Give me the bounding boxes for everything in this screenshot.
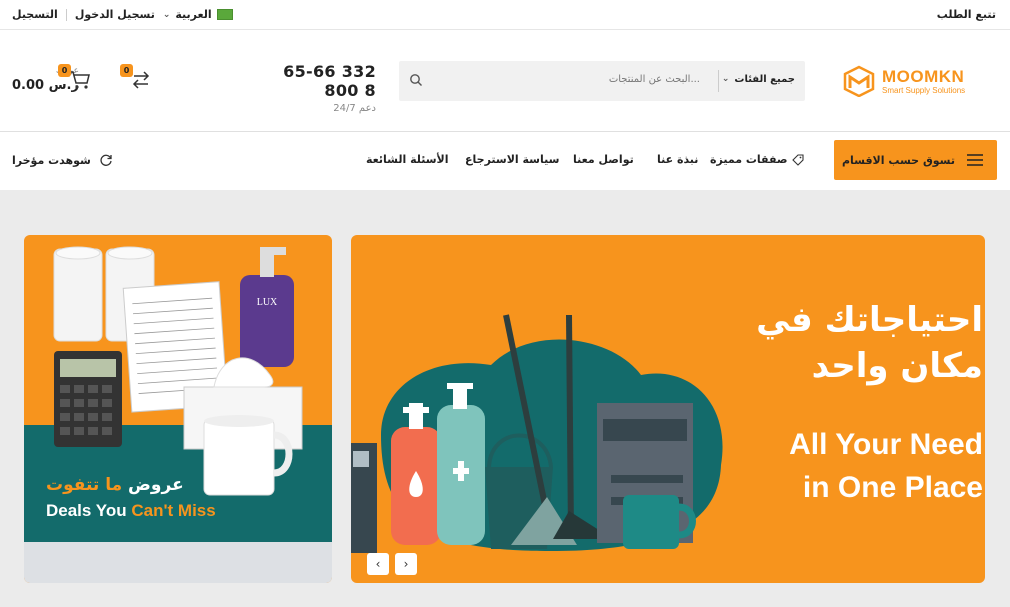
- office-products-illustration: LUX: [53, 246, 303, 496]
- recently-viewed-link[interactable]: شوهدت مؤخرا: [12, 153, 113, 167]
- cleaning-supplies-illustration: [351, 314, 723, 553]
- menu-icon: [967, 154, 983, 166]
- track-order-link[interactable]: تتبع الطلب: [937, 8, 996, 21]
- nav-item-faq[interactable]: الأسئلة الشائعة: [366, 153, 449, 166]
- login-link[interactable]: تسجيل الدخول: [75, 8, 155, 21]
- search-bar: البحث عن المنتجات... ⌄ جميع الفئات: [399, 61, 805, 101]
- saudi-flag-icon: [216, 9, 233, 20]
- refresh-icon: [100, 154, 112, 166]
- nav-item-deals-label: صفقات مميزة: [710, 153, 788, 166]
- chevron-left-icon: ‹: [375, 557, 381, 571]
- support-phone: 65-66 332 800 8 24/7 دعم: [248, 62, 376, 114]
- deals-arabic-highlight: ما تتفوت: [46, 475, 123, 495]
- shop-by-category-label: تسوق حسب الاقسام: [841, 153, 955, 167]
- cart-button[interactable]: 0: [58, 64, 92, 92]
- carousel-arrows: ‹ ›: [367, 553, 417, 575]
- hero-english-headline: All Your Need in One Place: [789, 423, 983, 509]
- language-selector[interactable]: ⌄ العربية: [163, 8, 233, 21]
- shop-by-category-button[interactable]: تسوق حسب الاقسام: [834, 140, 997, 180]
- chevron-down-icon: ⌄: [721, 74, 730, 84]
- deals-banner-arabic: عروض ما تتفوت: [46, 475, 184, 495]
- carousel-prev-button[interactable]: ‹: [367, 553, 389, 575]
- nav-item-return-policy[interactable]: سياسة الاسترجاع: [465, 153, 559, 166]
- cart-count-badge: 0: [58, 64, 71, 77]
- support-label: 24/7 دعم: [333, 103, 376, 114]
- banner-footer-band: [24, 542, 332, 583]
- deals-english-highlight: Can't Miss: [131, 501, 216, 520]
- header: عربتك 0.00 ر.س 0 0 65-66 332 800 8 24/7 …: [0, 30, 1010, 132]
- logo[interactable]: MOOMKN Smart Supply Solutions: [842, 65, 965, 97]
- chevron-right-icon: ›: [403, 557, 409, 571]
- logo-name: MOOMKN: [882, 67, 965, 86]
- logo-text: MOOMKN Smart Supply Solutions: [882, 67, 965, 95]
- deals-english-plain: Deals You: [46, 501, 132, 520]
- compare-button[interactable]: 0: [120, 64, 154, 92]
- top-bar-links: التسجيل تسجيل الدخول ⌄ العربية: [12, 8, 233, 21]
- deals-banner[interactable]: LUX عروض ما تتفوت Deals You Can't Miss: [24, 235, 332, 583]
- category-select[interactable]: ⌄ جميع الفئات: [722, 74, 795, 85]
- register-link[interactable]: التسجيل: [12, 8, 58, 21]
- divider: [65, 8, 67, 21]
- category-select-label: جميع الفئات: [734, 74, 795, 85]
- tag-icon: [791, 153, 804, 166]
- logo-tagline: Smart Supply Solutions: [882, 86, 966, 95]
- hero-section: LUX عروض ما تتفوت Deals You Can't Miss ا…: [0, 190, 1010, 607]
- search-input[interactable]: البحث عن المنتجات...: [609, 74, 700, 85]
- top-bar: التسجيل تسجيل الدخول ⌄ العربية تتبع الطل…: [0, 0, 1010, 30]
- phone-number: 65-66 332 800 8: [283, 62, 376, 100]
- hero-arabic-line1: احتياجاتك في: [756, 300, 983, 340]
- recently-viewed-label: شوهدت مؤخرا: [12, 153, 91, 167]
- hero-arabic-headline: احتياجاتك في مكان واحد: [756, 297, 983, 389]
- search-divider: [718, 70, 719, 92]
- compare-count-badge: 0: [120, 64, 133, 77]
- deals-banner-english: Deals You Can't Miss: [46, 501, 216, 521]
- hero-english-line2: in One Place: [802, 471, 983, 504]
- nav-item-about[interactable]: نبذة عنا: [657, 153, 698, 166]
- svg-text:LUX: LUX: [257, 297, 278, 308]
- carousel-next-button[interactable]: ›: [395, 553, 417, 575]
- logo-mark-icon: [843, 65, 875, 97]
- chevron-down-icon: ⌄: [162, 9, 171, 20]
- language-label: العربية: [175, 8, 212, 21]
- hero-english-line1: All Your Need: [789, 428, 983, 461]
- hero-arabic-line2: مكان واحد: [811, 346, 983, 386]
- nav-item-deals[interactable]: صفقات مميزة: [710, 153, 804, 166]
- search-icon[interactable]: [409, 73, 423, 87]
- hero-banner[interactable]: احتياجاتك في مكان واحد All Your Need in …: [351, 235, 985, 583]
- deals-arabic-plain: عروض: [122, 475, 184, 495]
- main-nav: شوهدت مؤخرا الأسئلة الشائعة سياسة الاستر…: [0, 132, 1010, 190]
- nav-item-contact[interactable]: تواصل معنا: [573, 153, 634, 166]
